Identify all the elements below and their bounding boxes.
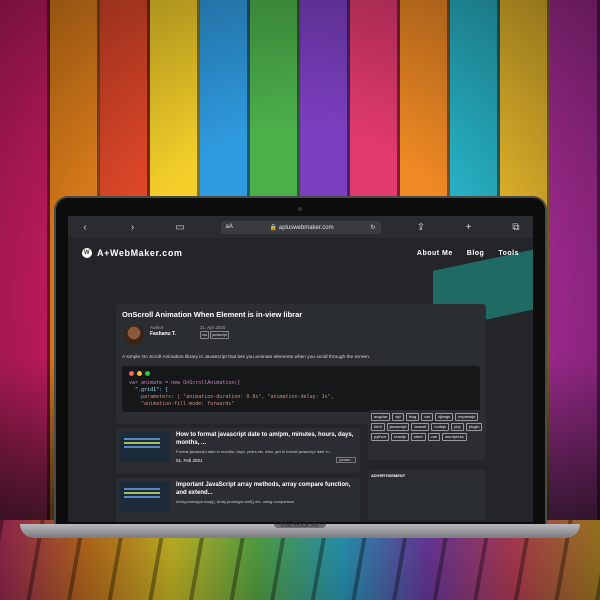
reload-icon[interactable]: ↻ — [370, 224, 375, 231]
post-desc: Array.prototype.map(), Array.prototype.s… — [176, 499, 295, 504]
nav-about-me[interactable]: About Me — [417, 250, 453, 257]
new-tab-icon[interactable]: + — [462, 222, 476, 233]
tag-pill[interactable]: html — [371, 423, 385, 431]
camera — [298, 207, 302, 211]
nav-tools[interactable]: Tools — [498, 250, 519, 257]
brand-logo-icon: W — [82, 248, 92, 258]
tabs-icon[interactable]: ⧉ — [509, 222, 523, 233]
tag-pill[interactable]: plugin — [465, 423, 483, 431]
post-tag[interactable]: javascr... — [336, 457, 356, 463]
tag-pill[interactable]: javascript — [386, 423, 410, 431]
post-title[interactable]: How to format javascript date to am/pm, … — [176, 432, 356, 447]
browser-toolbar: ‹ › ▭ aA 🔒 apluswebmaker.com ↻ ⇪ + ⧉ — [68, 216, 533, 238]
post-meta: 21, Apr 2020 css javascript — [199, 325, 230, 339]
tag-pill[interactable]: django — [435, 413, 454, 421]
laptop-base: MacBook Air — [20, 522, 580, 538]
red-dot-icon — [129, 371, 134, 376]
forward-icon[interactable]: › — [126, 222, 140, 233]
tag-pill[interactable]: python — [371, 433, 390, 441]
tag-pill[interactable]: blog — [405, 413, 420, 421]
brand-name: A+WebMaker.com — [97, 248, 183, 258]
post-thumbnail — [120, 482, 170, 512]
author-row: Author Fashanu T. 21, Apr 2020 css javasc… — [124, 325, 480, 345]
tag-pill[interactable]: reactjs — [391, 433, 409, 441]
share-icon[interactable]: ⇪ — [414, 222, 428, 233]
post-footer: 01, Feb 2021 javascr... — [176, 457, 356, 463]
url-text: 🔒 apluswebmaker.com — [269, 224, 334, 231]
tag-pill[interactable]: nodejs — [431, 423, 450, 431]
website: W A+WebMaker.com About Me Blog Tools OnS… — [68, 238, 533, 522]
tag-pill[interactable]: api — [392, 413, 404, 421]
laptop-screen: ‹ › ▭ aA 🔒 apluswebmaker.com ↻ ⇪ + ⧉ W A… — [68, 216, 533, 522]
post-body: Important JavaScript array methods, arra… — [176, 482, 356, 522]
post-card[interactable]: How to format javascript date to am/pm, … — [116, 428, 360, 473]
code-line: parameters: [ "animation-duration: 0.8s"… — [129, 394, 334, 400]
site-brand[interactable]: W A+WebMaker.com — [82, 248, 183, 258]
tag-pill[interactable]: angular — [371, 413, 391, 421]
tag-javascript[interactable]: javascript — [210, 331, 229, 339]
tag-pill[interactable]: php — [451, 423, 464, 431]
nav-links: About Me Blog Tools — [417, 250, 519, 257]
post-body: How to format javascript date to am/pm, … — [176, 432, 356, 469]
author-name[interactable]: Fashanu T. — [150, 331, 176, 337]
reader-mode-button[interactable]: aA — [226, 224, 233, 230]
post-card[interactable]: Important JavaScript array methods, arra… — [116, 478, 360, 522]
nav-blog[interactable]: Blog — [467, 250, 485, 257]
yellow-dot-icon — [137, 371, 142, 376]
bookmarks-icon[interactable]: ▭ — [173, 222, 187, 233]
tag-cloud: angular api blog css django expressjs html java… — [368, 410, 486, 460]
tag-pill[interactable]: wordpress — [442, 433, 467, 441]
article-summary: A simple On Scroll Animation library in … — [122, 355, 371, 360]
code-block: var animate = new OnScrollAnimation({ ".… — [122, 366, 480, 412]
back-icon[interactable]: ‹ — [78, 222, 92, 233]
avatar — [124, 325, 144, 345]
address-bar[interactable]: aA 🔒 apluswebmaker.com ↻ — [220, 220, 381, 234]
post-title[interactable]: Important JavaScript array methods, arra… — [176, 482, 356, 497]
article-title[interactable]: OnScroll Animation When Element is in-vi… — [122, 310, 480, 319]
advert-label: ADVERTISEMENT — [371, 473, 406, 478]
site-nav: W A+WebMaker.com About Me Blog Tools — [68, 238, 533, 258]
featured-article: OnScroll Animation When Element is in-vi… — [116, 304, 486, 424]
post-desc: Format javascript date in months, days, … — [176, 449, 333, 454]
author-meta: Author Fashanu T. — [150, 325, 176, 337]
code-line: ".grid1": { — [129, 387, 169, 393]
tag-pill[interactable]: store — [410, 433, 426, 441]
tag-pill[interactable]: laravel — [411, 423, 430, 431]
tag-pill[interactable]: vue — [427, 433, 441, 441]
tag-css[interactable]: css — [199, 331, 210, 339]
code-line: var animate = new OnScrollAnimation({ — [129, 380, 241, 386]
post-thumbnail — [120, 432, 170, 462]
window-dots — [129, 371, 473, 376]
tag-pill[interactable]: expressjs — [455, 413, 479, 421]
laptop-model-label: MacBook Air — [280, 522, 320, 529]
post-date: 01, Feb 2021 — [176, 457, 203, 463]
green-dot-icon — [145, 371, 150, 376]
code-line: "animation-fill-mode: forwards" — [129, 401, 235, 407]
laptop: ‹ › ▭ aA 🔒 apluswebmaker.com ↻ ⇪ + ⧉ W A… — [56, 198, 545, 526]
advertisement-box: ADVERTISEMENT — [368, 470, 486, 520]
tag-pill[interactable]: css — [421, 413, 434, 421]
